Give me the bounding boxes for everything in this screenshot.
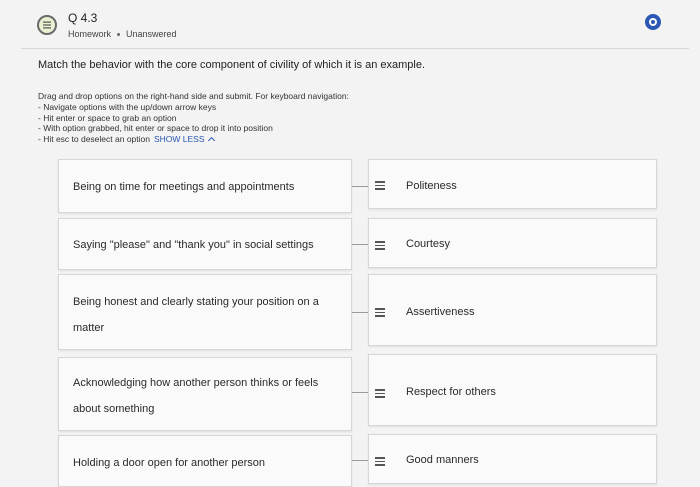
instruction-step: - Hit esc to deselect an option xyxy=(38,134,150,145)
component-label: Good manners xyxy=(406,454,479,466)
component-label: Politeness xyxy=(406,180,457,192)
question-list-icon[interactable] xyxy=(37,15,57,35)
match-connector xyxy=(352,186,368,187)
behavior-card: Saying "please" and "thank you" in socia… xyxy=(58,218,352,270)
instructions-intro: Drag and drop options on the right-hand … xyxy=(38,91,349,101)
list-icon xyxy=(43,21,51,29)
instruction-step-last: - Hit esc to deselect an option SHOW LESS xyxy=(38,134,349,145)
behavior-text-line: Acknowledging how another person thinks … xyxy=(73,377,319,389)
show-less-label: SHOW LESS xyxy=(153,134,205,145)
match-connector xyxy=(352,460,368,461)
drag-handle-icon[interactable] xyxy=(375,457,385,468)
keyboard-instructions: Drag and drop options on the right-hand … xyxy=(38,91,349,145)
chevron-up-icon xyxy=(207,137,215,145)
behavior-card: Acknowledging how another person thinks … xyxy=(58,357,352,431)
component-label: Respect for others xyxy=(406,386,496,398)
behavior-text-line: matter xyxy=(73,322,105,334)
match-connector xyxy=(352,392,368,393)
question-title: Q 4.3 xyxy=(68,11,98,25)
behavior-card: Being honest and clearly stating your po… xyxy=(58,274,352,350)
component-option[interactable]: Assertiveness xyxy=(368,274,657,346)
component-option[interactable]: Courtesy xyxy=(368,218,657,268)
behavior-text: Being on time for meetings and appointme… xyxy=(73,181,295,193)
separator-dot xyxy=(117,33,121,37)
behavior-text: Holding a door open for another person xyxy=(73,457,266,469)
component-label: Assertiveness xyxy=(406,306,475,318)
component-option[interactable]: Politeness xyxy=(368,159,657,209)
component-option[interactable]: Good manners xyxy=(368,434,657,484)
question-meta: Homework Unanswered xyxy=(68,29,177,39)
instruction-step: - Navigate options with the up/down arro… xyxy=(38,101,217,112)
instruction-step: - With option grabbed, hit enter or spac… xyxy=(38,123,273,134)
behavior-card: Being on time for meetings and appointme… xyxy=(58,159,352,213)
instruction-step: - Hit enter or space to grab an option xyxy=(38,112,177,123)
show-less-link[interactable]: SHOW LESS xyxy=(153,134,215,145)
behavior-text-line: Being honest and clearly stating your po… xyxy=(73,296,319,308)
behavior-text-line: about something xyxy=(73,403,155,415)
behavior-text: Saying "please" and "thank you" in socia… xyxy=(73,239,314,251)
drag-handle-icon[interactable] xyxy=(375,181,385,192)
drag-handle-icon[interactable] xyxy=(375,389,385,400)
match-connector xyxy=(352,244,368,245)
header-divider xyxy=(21,48,689,49)
match-connector xyxy=(352,312,368,313)
status-label: Unanswered xyxy=(126,29,177,39)
status-circle-icon[interactable] xyxy=(645,14,661,30)
behavior-card: Holding a door open for another person xyxy=(58,435,352,487)
question-prompt: Match the behavior with the core compone… xyxy=(38,59,426,71)
question-header: Q 4.3 Homework Unanswered xyxy=(0,0,700,48)
drag-handle-icon[interactable] xyxy=(375,308,385,319)
drag-handle-icon[interactable] xyxy=(375,241,385,252)
assignment-type: Homework xyxy=(68,29,112,39)
component-option[interactable]: Respect for others xyxy=(368,354,657,426)
component-label: Courtesy xyxy=(406,238,451,250)
